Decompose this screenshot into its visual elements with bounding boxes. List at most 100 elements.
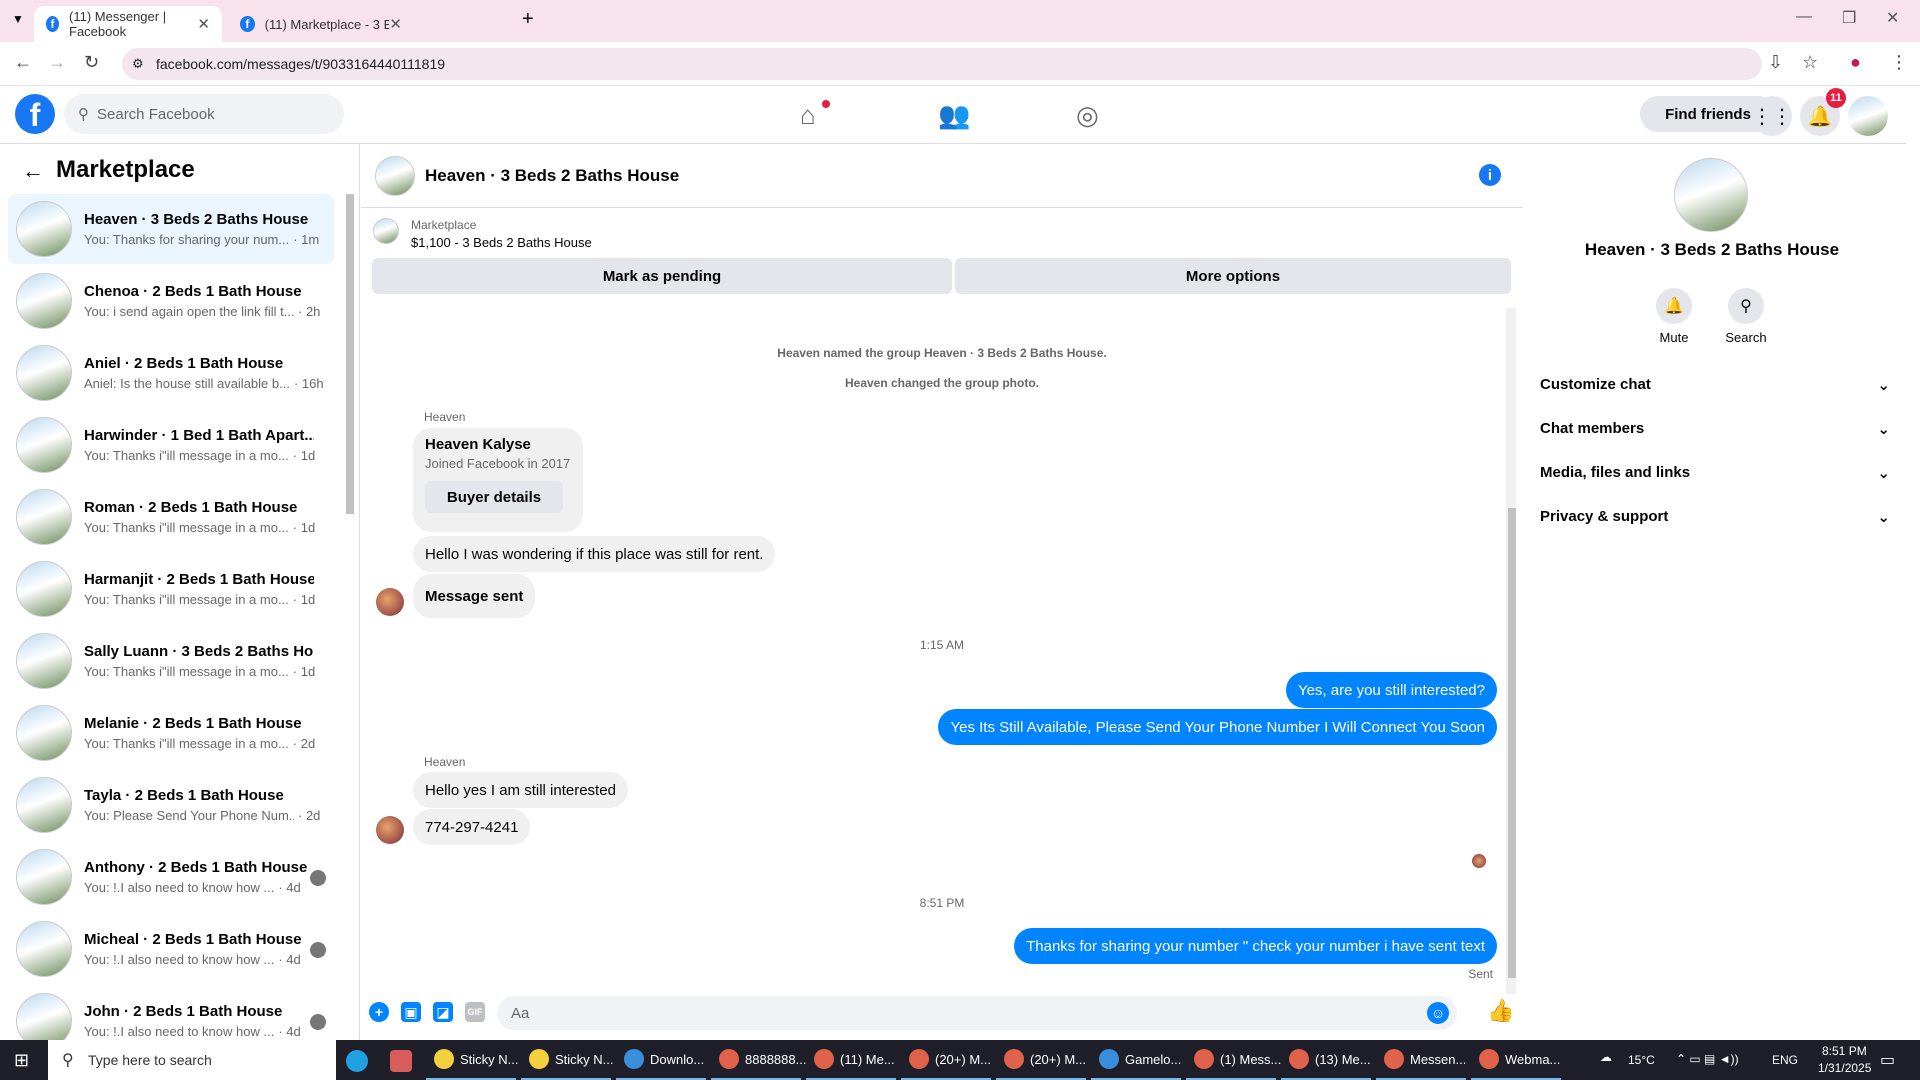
install-icon[interactable]: ⇩ <box>1768 52 1783 73</box>
message-bubble[interactable]: Hello yes I am still interested <box>413 772 628 808</box>
profile-icon[interactable]: ● <box>1850 52 1861 73</box>
conversation-item[interactable]: Aniel · 2 Beds 1 Bath House Aniel: Is the… <box>8 338 334 408</box>
tab-title: (11) Messenger | Facebook <box>69 9 167 39</box>
site-info-icon[interactable]: ⚙ <box>132 56 144 72</box>
menu-kebab-icon[interactable]: ⋮ <box>1890 52 1908 73</box>
conversation-item[interactable]: Harmanjit · 2 Beds 1 Bath House You: Than… <box>8 554 334 624</box>
taskbar-item[interactable]: (20+) M... <box>996 1040 1086 1080</box>
temperature[interactable]: 15°C <box>1628 1053 1655 1067</box>
conversation-preview: You: Thanks i"ill message in a mo... <box>84 448 289 463</box>
forward-icon[interactable]: → <box>48 52 66 73</box>
taskbar-item[interactable]: (11) Me... <box>806 1040 896 1080</box>
search-action[interactable]: ⚲ Search <box>1716 288 1776 345</box>
new-tab-icon[interactable]: + <box>522 8 534 31</box>
conversation-item[interactable]: Chenoa · 2 Beds 1 Bath House You: i send … <box>8 266 334 336</box>
notification-center-icon[interactable]: ▭ <box>1880 1050 1895 1070</box>
conversation-item[interactable]: Anthony · 2 Beds 1 Bath House You: !.I al… <box>8 842 334 912</box>
account-avatar[interactable] <box>1848 96 1888 136</box>
restore-icon[interactable]: ❐ <box>1842 8 1856 28</box>
taskbar-item[interactable]: Sticky N... <box>426 1040 519 1080</box>
taskbar-item[interactable]: Downlo... <box>616 1040 706 1080</box>
friends-icon[interactable]: 👥 <box>938 100 970 131</box>
conversation-item[interactable]: Micheal · 2 Beds 1 Bath House You: !.I al… <box>8 914 334 984</box>
weather-icon[interactable]: ☁ <box>1600 1050 1612 1064</box>
message-bubble[interactable]: Message sent <box>413 574 536 618</box>
taskbar-item[interactable]: Gamelo... <box>1091 1040 1181 1080</box>
tab-list-icon[interactable]: ▼ <box>12 12 24 26</box>
conversation-item[interactable]: Heaven · 3 Beds 2 Baths House You: Thanks… <box>8 194 334 264</box>
scroll-thumb[interactable] <box>1508 508 1516 978</box>
clock-time[interactable]: 8:51 PM <box>1822 1044 1867 1058</box>
chat-avatar[interactable] <box>375 155 415 196</box>
bookmark-star-icon[interactable]: ☆ <box>1802 52 1818 73</box>
back-arrow-icon[interactable]: ← <box>22 158 44 184</box>
taskbar-item[interactable]: Webma... <box>1471 1040 1561 1080</box>
message-bubble[interactable]: Hello I was wondering if this place was … <box>413 536 776 572</box>
tab-messenger[interactable]: f (11) Messenger | Facebook ✕ <box>34 6 222 42</box>
chat-title[interactable]: Heaven · 3 Beds 2 Baths House <box>425 166 679 186</box>
section-privacy-support[interactable]: Privacy & support ⌄ <box>1540 508 1890 526</box>
conversation-item[interactable]: Sally Luann · 3 Beds 2 Baths Ho... You: T… <box>8 626 334 696</box>
taskbar-item[interactable]: (1) Mess... <box>1186 1040 1281 1080</box>
windows-start-icon[interactable]: ⊞ <box>14 1050 29 1071</box>
close-tab-icon[interactable]: ✕ <box>389 15 402 33</box>
buyer-details-button[interactable]: Buyer details <box>425 481 563 513</box>
add-more-icon[interactable]: + <box>369 1002 389 1022</box>
message-input[interactable]: Aa ☺ <box>497 996 1457 1030</box>
info-icon[interactable]: i <box>1479 164 1501 186</box>
tray-icons[interactable]: ⌃ ▭ ▤ ◄)) <box>1676 1052 1739 1066</box>
app-icon[interactable] <box>390 1050 412 1072</box>
conversation-item[interactable]: Roman · 2 Beds 1 Bath House You: Thanks i… <box>8 482 334 552</box>
message-bubble[interactable]: 774-297-4241 <box>413 809 531 845</box>
taskbar-item[interactable]: 8888888... <box>711 1040 806 1080</box>
back-icon[interactable]: ← <box>14 52 32 73</box>
message-bubble[interactable]: Yes Its Still Available, Please Send You… <box>938 709 1497 745</box>
chat-scrollbar[interactable] <box>1506 308 1516 994</box>
taskbar-item[interactable]: (13) Me... <box>1281 1040 1371 1080</box>
taskbar-search-input[interactable]: ⚲ Type here to search <box>48 1040 336 1080</box>
more-options-button[interactable]: More options <box>955 258 1511 294</box>
section-chat-members[interactable]: Chat members ⌄ <box>1540 420 1890 438</box>
emoji-icon[interactable]: ☺ <box>1427 1002 1449 1024</box>
gif-icon[interactable]: GIF <box>465 1002 485 1022</box>
marketplace-listing[interactable]: Marketplace $1,100 - 3 Beds 2 Baths Hous… <box>373 218 592 250</box>
section-customize-chat[interactable]: Customize chat ⌄ <box>1540 376 1890 394</box>
minimize-icon[interactable]: — <box>1796 8 1812 26</box>
taskbar-item[interactable]: Messen... <box>1376 1040 1466 1080</box>
conversation-item[interactable]: John · 2 Beds 1 Bath House You: !.I also … <box>8 986 334 1040</box>
sender-avatar[interactable] <box>376 816 404 844</box>
group-avatar[interactable] <box>1674 158 1748 232</box>
groups-icon[interactable]: ◎ <box>1076 100 1099 131</box>
sender-avatar[interactable] <box>376 588 404 616</box>
message-bubble[interactable]: Yes, are you still interested? <box>1285 672 1497 708</box>
section-media-files-links[interactable]: Media, files and links ⌄ <box>1540 464 1890 482</box>
conversation-item[interactable]: Melanie · 2 Beds 1 Bath House You: Thanks… <box>8 698 334 768</box>
conversation-item[interactable]: Tayla · 2 Beds 1 Bath House You: Please S… <box>8 770 334 840</box>
apps-menu-icon[interactable]: ⋮⋮ <box>1752 96 1792 136</box>
url-field[interactable]: ⚙ facebook.com/messages/t/90331644401118… <box>122 48 1762 80</box>
mute-action[interactable]: 🔔 Mute <box>1644 288 1704 345</box>
close-tab-icon[interactable]: ✕ <box>197 15 210 33</box>
message-bubble[interactable]: Thanks for sharing your number " check y… <box>1014 928 1497 964</box>
photo-icon[interactable]: ▣ <box>401 1002 421 1022</box>
conversation-preview: You: Thanks i"ill message in a mo... <box>84 520 289 535</box>
taskbar-item[interactable]: Sticky N... <box>521 1040 614 1080</box>
reload-icon[interactable]: ↻ <box>84 52 99 73</box>
mark-as-pending-button[interactable]: Mark as pending <box>372 258 952 294</box>
list-scrollbar[interactable] <box>346 194 354 514</box>
facebook-logo-icon[interactable]: f <box>15 94 55 134</box>
language[interactable]: ENG <box>1772 1053 1798 1067</box>
like-icon[interactable]: 👍 <box>1487 998 1514 1024</box>
edge-icon[interactable] <box>346 1050 368 1072</box>
close-window-icon[interactable]: ✕ <box>1886 8 1899 28</box>
search-icon: ⚲ <box>78 106 89 123</box>
tab-marketplace[interactable]: f (11) Marketplace - 3 Beds 2 Bat ✕ <box>228 6 414 42</box>
search-input[interactable]: ⚲ Search Facebook <box>64 94 344 134</box>
taskbar-item[interactable]: (20+) M... <box>901 1040 991 1080</box>
timestamp: 8:51 PM <box>919 896 965 910</box>
conversation-item[interactable]: Harwinder · 1 Bed 1 Bath Apart... You: Th… <box>8 410 334 480</box>
clock-date[interactable]: 1/31/2025 <box>1818 1061 1871 1075</box>
home-icon[interactable]: ⌂ <box>800 100 816 131</box>
conversation-name: Tayla · 2 Beds 1 Bath House <box>84 787 284 804</box>
sticker-icon[interactable]: ◪ <box>433 1002 453 1022</box>
